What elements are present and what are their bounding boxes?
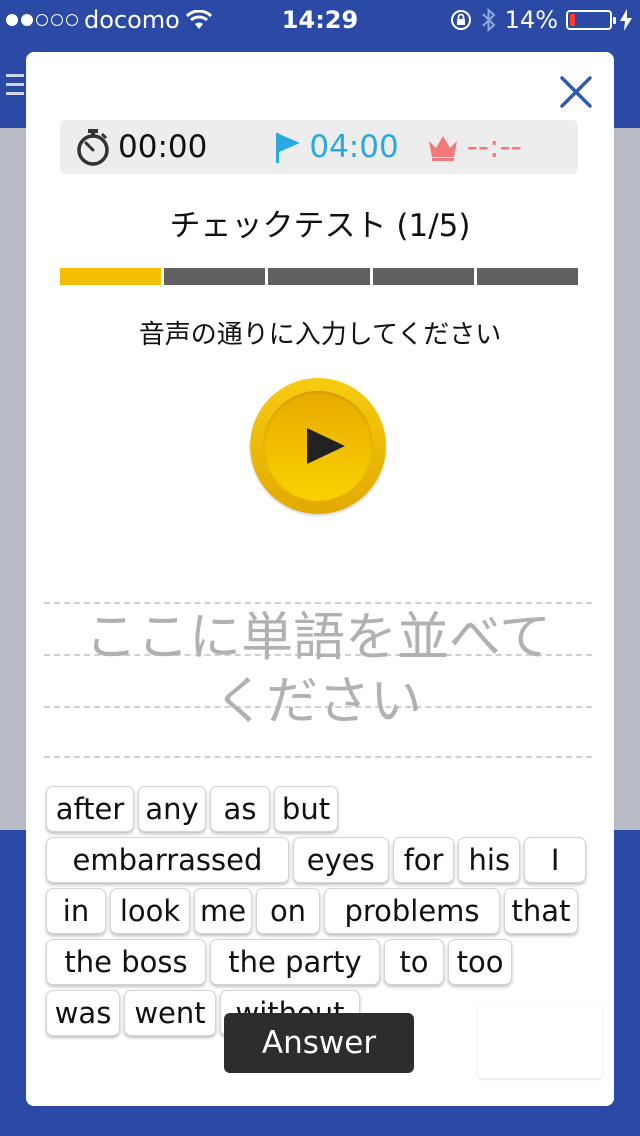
rotation-lock-icon	[450, 10, 471, 30]
battery-icon	[566, 10, 616, 30]
answer-drop-zone[interactable]: ここに単語を並べて ください	[44, 602, 592, 758]
close-icon[interactable]	[558, 74, 594, 110]
overlay-panel	[478, 1002, 602, 1078]
dashed-line	[44, 756, 592, 758]
check-test-modal: 00:00 04:00 --:-- チェックテスト (1/5) 音声の通りに入力…	[26, 52, 614, 1106]
word-chip[interactable]: that	[504, 888, 578, 934]
word-chip[interactable]: was	[46, 990, 120, 1036]
word-chip[interactable]: to	[384, 939, 444, 985]
placeholder-line-2: ください	[213, 672, 422, 732]
word-chip[interactable]: as	[210, 786, 270, 832]
word-chip[interactable]: but	[274, 786, 338, 832]
target-time: 04:00	[309, 129, 399, 165]
question-progress-bar	[60, 268, 579, 285]
elapsed-timer: 00:00	[76, 128, 207, 166]
word-chip-row: after any as but	[46, 786, 586, 832]
play-audio-button[interactable]	[250, 378, 386, 514]
placeholder-line-1: ここに単語を並べて	[85, 608, 551, 668]
battery-percent: 14%	[504, 6, 558, 34]
word-chip[interactable]: embarrassed	[46, 837, 289, 883]
word-chip[interactable]: his	[458, 837, 521, 883]
word-chip[interactable]: for	[392, 837, 455, 883]
flag-icon	[276, 133, 301, 163]
elapsed-time: 00:00	[118, 129, 208, 165]
instruction-text: 音声の通りに入力してください	[138, 320, 502, 350]
target-timer: 04:00	[275, 129, 399, 165]
dashed-line	[44, 602, 592, 604]
word-chip-row: the boss the party to too	[46, 939, 586, 985]
timer-bar: 00:00 04:00 --:--	[60, 120, 578, 174]
word-chip[interactable]: in	[46, 888, 106, 934]
best-timer: --:--	[427, 129, 522, 165]
word-chip[interactable]: eyes	[292, 837, 389, 883]
progress-segment	[268, 268, 370, 285]
word-chip[interactable]: any	[138, 786, 206, 832]
charging-icon	[620, 9, 632, 31]
status-bar: docomo 14:29 14%	[0, 0, 640, 40]
word-chip-row: embarrassed eyes for his I	[46, 837, 586, 883]
bluetooth-icon	[481, 7, 496, 33]
word-chip[interactable]: the boss	[46, 939, 206, 985]
progress-segment	[476, 268, 579, 285]
word-chip[interactable]: after	[46, 786, 134, 832]
drop-zone-placeholder: ここに単語を並べて ください	[44, 606, 592, 734]
word-chip-row: in look me on problems that	[46, 888, 586, 934]
progress-segment	[164, 268, 266, 285]
answer-button[interactable]: Answer	[224, 1013, 414, 1073]
word-chip[interactable]: on	[256, 888, 320, 934]
progress-segment	[372, 268, 474, 285]
menu-icon	[6, 74, 24, 102]
progress-segment	[60, 268, 162, 285]
play-button-inner	[263, 391, 373, 501]
play-icon	[307, 428, 345, 464]
word-chip[interactable]: I	[524, 837, 586, 883]
word-chip[interactable]: the party	[210, 939, 380, 985]
battery-fill	[570, 14, 576, 26]
best-time: --:--	[466, 129, 522, 165]
crown-icon	[428, 136, 457, 161]
word-chip[interactable]: me	[194, 888, 252, 934]
stopwatch-icon	[77, 129, 109, 166]
word-chip[interactable]: look	[110, 888, 190, 934]
word-chip[interactable]: problems	[324, 888, 500, 934]
status-right: 14%	[449, 6, 632, 34]
page-title: チェックテスト (1/5)	[169, 208, 471, 244]
word-chip[interactable]: too	[448, 939, 512, 985]
word-chip[interactable]: went	[124, 990, 216, 1036]
